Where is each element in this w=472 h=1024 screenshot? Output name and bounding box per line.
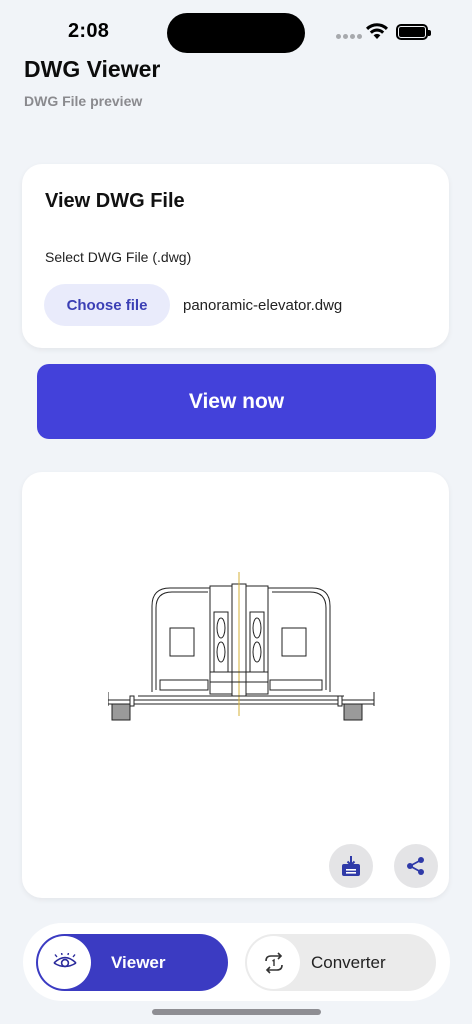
dwg-drawing-preview [108,572,375,721]
download-tray-icon [342,856,360,876]
choose-file-button[interactable]: Choose file [44,284,170,326]
eye-icon [52,952,77,967]
cellular-signal-icon [336,34,362,39]
file-card-title: View DWG File [45,190,185,212]
tab-viewer-label: Viewer [111,953,166,972]
battery-icon [396,24,431,40]
page-subtitle: DWG File preview [24,93,143,109]
dwg-preview-card [22,472,449,898]
tab-converter[interactable]: Converter [245,934,436,991]
tab-viewer-icon-wrap [38,936,91,989]
tab-viewer[interactable]: Viewer [36,934,228,991]
home-indicator [152,1009,321,1015]
bottom-nav: Viewer Converter [23,923,450,1001]
convert-cycle-icon [264,951,283,974]
selected-file-name: panoramic-elevator.dwg [183,297,343,314]
status-time: 2:08 [68,20,110,42]
share-button[interactable] [394,844,438,888]
download-button[interactable] [329,844,373,888]
tab-converter-icon-wrap [247,936,300,989]
wifi-icon [366,23,388,39]
page-title: DWG Viewer [24,56,161,82]
status-bar: 2:08 [0,0,472,64]
file-select-card: View DWG File Select DWG File (.dwg) Cho… [22,164,449,348]
view-now-button[interactable]: View now [37,364,436,439]
tab-converter-label: Converter [311,953,386,972]
dynamic-island [167,13,305,53]
share-icon [407,857,424,875]
file-select-label: Select DWG File (.dwg) [45,249,192,265]
